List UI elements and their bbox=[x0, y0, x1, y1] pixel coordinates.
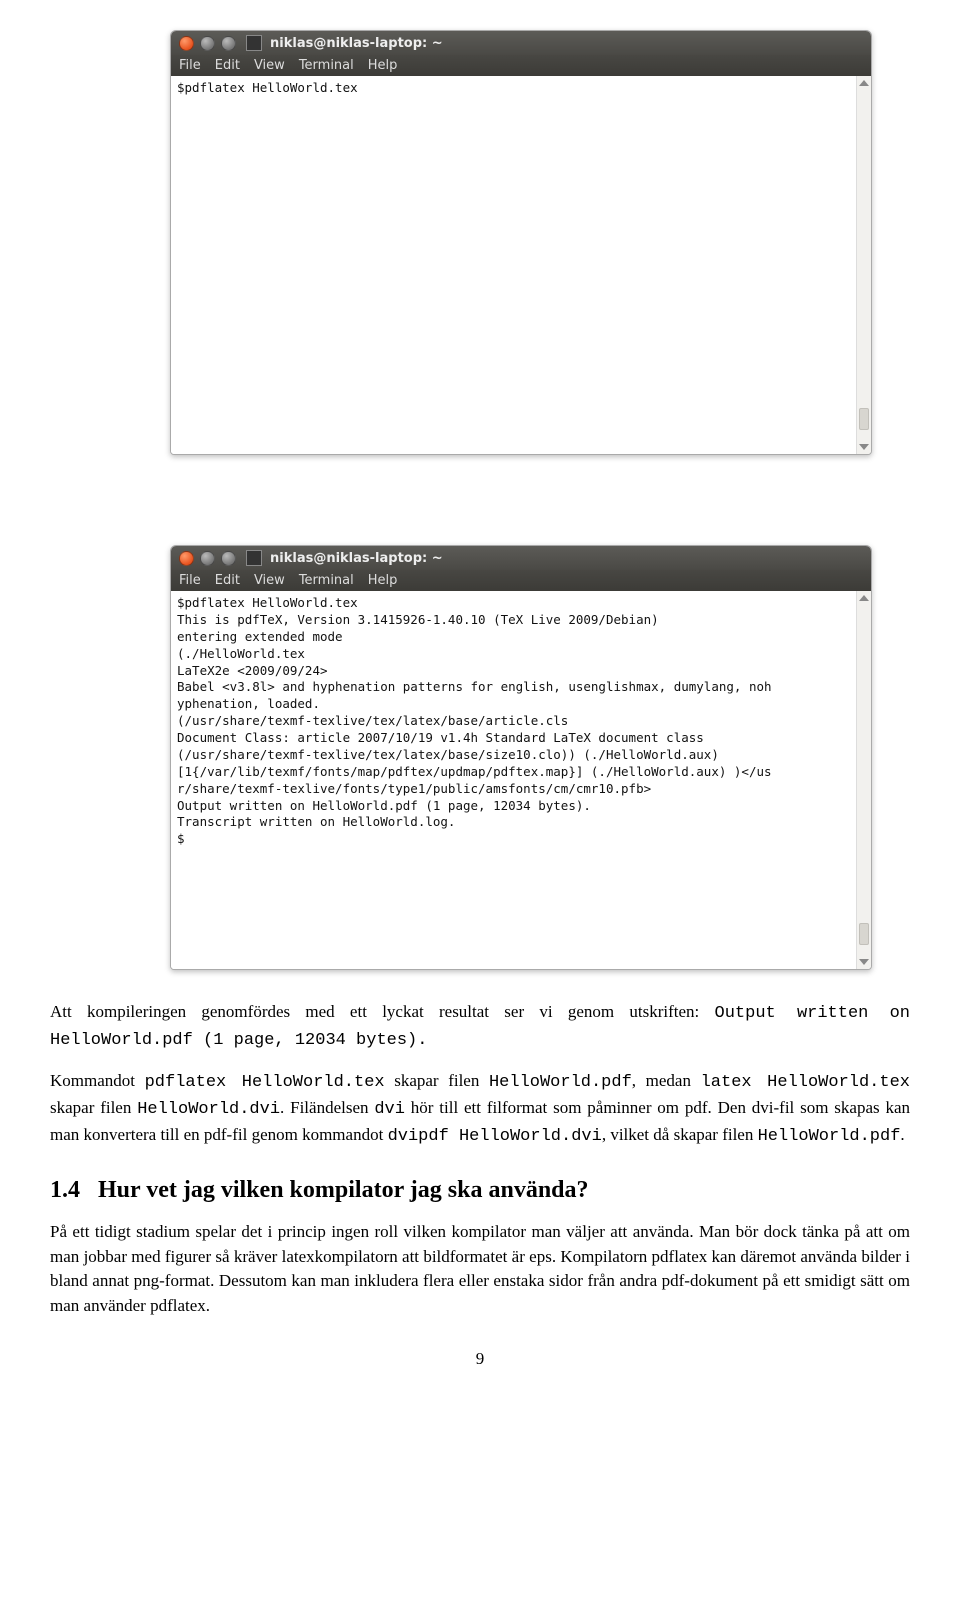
menu-terminal[interactable]: Terminal bbox=[299, 58, 354, 73]
menu-edit[interactable]: Edit bbox=[215, 573, 240, 588]
text: . bbox=[900, 1125, 904, 1144]
maximize-icon[interactable] bbox=[221, 36, 236, 51]
section-title: Hur vet jag vilken kompilator jag ska an… bbox=[98, 1177, 589, 1203]
menu-view[interactable]: View bbox=[254, 58, 285, 73]
inline-code: latex HelloWorld.tex bbox=[701, 1073, 910, 1092]
scrollbar[interactable] bbox=[856, 76, 871, 454]
menu-bar: File Edit View Terminal Help bbox=[171, 570, 871, 591]
terminal-app-icon bbox=[246, 35, 262, 51]
menu-help[interactable]: Help bbox=[368, 58, 398, 73]
scroll-thumb[interactable] bbox=[859, 408, 869, 430]
inline-code: pdflatex HelloWorld.tex bbox=[145, 1073, 385, 1092]
menu-file[interactable]: File bbox=[179, 573, 201, 588]
window-titlebar[interactable]: niklas@niklas-laptop: ~ bbox=[171, 546, 871, 570]
window-titlebar[interactable]: niklas@niklas-laptop: ~ bbox=[171, 31, 871, 55]
text: , medan bbox=[632, 1071, 701, 1090]
minimize-icon[interactable] bbox=[200, 36, 215, 51]
menu-view[interactable]: View bbox=[254, 573, 285, 588]
text: . Filändelsen bbox=[280, 1098, 374, 1117]
scroll-up-icon[interactable] bbox=[859, 595, 869, 601]
inline-code: dvipdf HelloWorld.dvi bbox=[388, 1127, 602, 1146]
paragraph-commands: Kommandot pdflatex HelloWorld.tex skapar… bbox=[50, 1069, 910, 1149]
inline-code: HelloWorld.pdf bbox=[489, 1073, 632, 1092]
scroll-down-icon[interactable] bbox=[859, 444, 869, 450]
paragraph-result: Att kompileringen genomfördes med ett ly… bbox=[50, 1000, 910, 1053]
terminal-content[interactable]: $pdflatex HelloWorld.tex bbox=[171, 76, 856, 454]
minimize-icon[interactable] bbox=[200, 551, 215, 566]
text: Att kompileringen genomfördes med ett ly… bbox=[50, 1002, 715, 1021]
terminal-window-2: niklas@niklas-laptop: ~ File Edit View T… bbox=[170, 545, 872, 970]
menu-bar: File Edit View Terminal Help bbox=[171, 55, 871, 76]
inline-code: dvi bbox=[374, 1100, 405, 1119]
scrollbar[interactable] bbox=[856, 591, 871, 969]
terminal-content[interactable]: $pdflatex HelloWorld.tex This is pdfTeX,… bbox=[171, 591, 856, 969]
scroll-down-icon[interactable] bbox=[859, 959, 869, 965]
close-icon[interactable] bbox=[179, 36, 194, 51]
close-icon[interactable] bbox=[179, 551, 194, 566]
scroll-up-icon[interactable] bbox=[859, 80, 869, 86]
section-number: 1.4 bbox=[50, 1177, 80, 1203]
maximize-icon[interactable] bbox=[221, 551, 236, 566]
menu-terminal[interactable]: Terminal bbox=[299, 573, 354, 588]
text: skapar filen bbox=[385, 1071, 489, 1090]
section-heading: 1.4 Hur vet jag vilken kompilator jag ska… bbox=[50, 1177, 910, 1204]
window-title: niklas@niklas-laptop: ~ bbox=[270, 551, 443, 566]
window-title: niklas@niklas-laptop: ~ bbox=[270, 36, 443, 51]
text: , vilket då skapar filen bbox=[602, 1125, 758, 1144]
text: skapar filen bbox=[50, 1098, 137, 1117]
terminal-app-icon bbox=[246, 550, 262, 566]
paragraph-compiler-choice: På ett tidigt stadium spelar det i princ… bbox=[50, 1220, 910, 1319]
inline-code: HelloWorld.pdf bbox=[758, 1127, 901, 1146]
menu-help[interactable]: Help bbox=[368, 573, 398, 588]
text: Kommandot bbox=[50, 1071, 145, 1090]
menu-edit[interactable]: Edit bbox=[215, 58, 240, 73]
terminal-window-1: niklas@niklas-laptop: ~ File Edit View T… bbox=[170, 30, 872, 455]
page-number: 9 bbox=[50, 1349, 910, 1369]
menu-file[interactable]: File bbox=[179, 58, 201, 73]
inline-code: HelloWorld.dvi bbox=[137, 1100, 280, 1119]
scroll-thumb[interactable] bbox=[859, 923, 869, 945]
